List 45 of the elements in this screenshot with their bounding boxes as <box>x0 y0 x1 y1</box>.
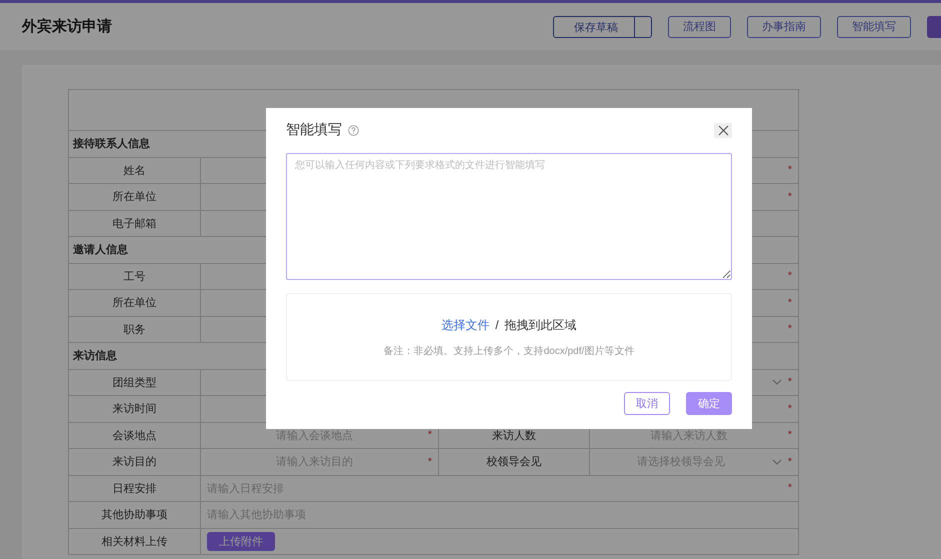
drag-hint-text: 拖拽到此区域 <box>504 316 577 334</box>
field-label: 所在单位 <box>69 290 201 316</box>
field-label: 所在单位 <box>69 184 201 210</box>
required-mark: * <box>788 456 792 468</box>
upload-button[interactable]: 上传附件 <box>207 532 275 551</box>
field-label: 相关材料上传 <box>69 528 201 555</box>
required-mark: * <box>428 429 432 442</box>
field-label: 工号 <box>69 264 201 290</box>
field-label: 姓名 <box>69 158 201 184</box>
separator-text: / <box>495 318 499 332</box>
chevron-down-icon <box>772 458 782 465</box>
select-file-link[interactable]: 选择文件 <box>441 316 490 334</box>
required-mark: * <box>788 164 792 176</box>
cancel-button[interactable]: 取消 <box>624 392 670 415</box>
primary-button[interactable] <box>927 16 941 38</box>
chevron-down-icon <box>772 379 782 386</box>
field-label: 团组类型 <box>69 370 201 396</box>
required-mark: * <box>788 190 792 203</box>
field-label: 来访目的 <box>69 449 201 476</box>
required-mark: * <box>788 482 792 494</box>
field-label: 电子邮箱 <box>69 210 201 237</box>
save-draft-button[interactable]: 保存草稿 <box>553 16 652 38</box>
field-label: 会谈地点 <box>69 422 201 449</box>
field-label: 日程安排 <box>69 476 201 502</box>
toolbar-button[interactable]: 流程图 <box>668 16 731 38</box>
field-label: 其他协助事项 <box>69 502 201 528</box>
upload-dropzone[interactable]: 选择文件 / 拖拽到此区域 备注：非必填。支持上传多个，支持docx/pdf/图片等文件 <box>286 293 732 381</box>
field-label: 来访时间 <box>69 396 201 422</box>
text-input[interactable]: 您可以输入任何内容或下列要求格式的文件进行智能填写 <box>286 153 732 280</box>
note-text: 备注：非必填。支持上传多个，支持docx/pdf/图片等文件 <box>384 344 634 358</box>
help-icon[interactable] <box>348 124 359 136</box>
field-label: 职务 <box>69 316 201 343</box>
close-button[interactable] <box>714 122 732 138</box>
confirm-button[interactable]: 确定 <box>686 392 732 415</box>
toolbar-button[interactable]: 智能填写 <box>837 16 911 38</box>
required-mark: * <box>788 429 792 442</box>
page-title: 外宾来访申请 <box>22 17 113 36</box>
required-mark: * <box>788 402 792 415</box>
required-mark: * <box>788 376 792 388</box>
required-mark: * <box>428 456 432 468</box>
field-label: 校领导会见 <box>439 449 590 476</box>
required-mark: * <box>788 296 792 309</box>
toolbar-button[interactable]: 办事指南 <box>747 16 821 38</box>
required-mark: * <box>788 270 792 282</box>
required-mark: * <box>788 323 792 336</box>
